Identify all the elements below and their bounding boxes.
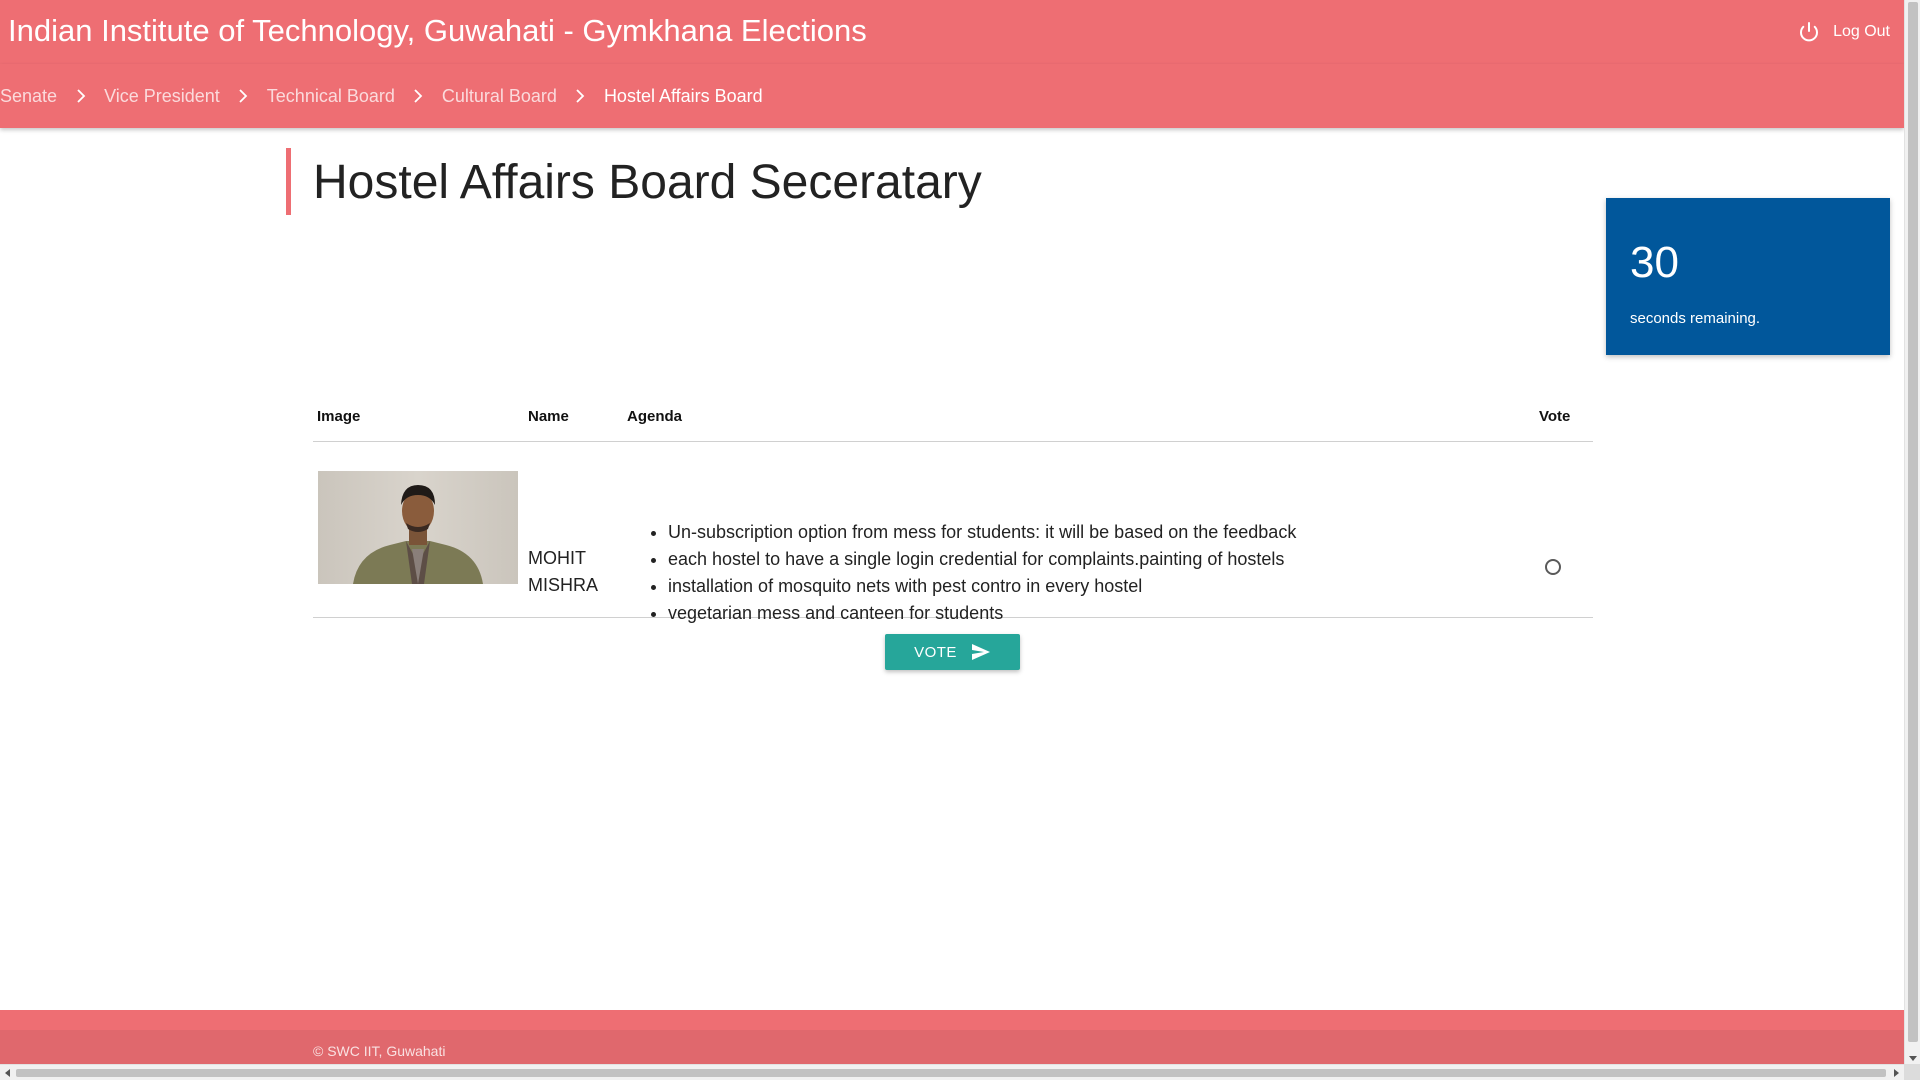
candidate-first-name: MOHIT bbox=[528, 548, 586, 568]
vertical-scrollbar-thumb[interactable] bbox=[1908, 2, 1918, 1042]
scroll-down-arrow-icon[interactable] bbox=[1909, 1056, 1917, 1062]
column-header-agenda: Agenda bbox=[627, 408, 683, 425]
logout-button[interactable]: Log Out bbox=[1797, 20, 1890, 44]
column-header-image: Image bbox=[317, 408, 361, 425]
table-header: Image Name Agenda Vote bbox=[313, 400, 1593, 442]
heading-accent-bar bbox=[286, 148, 291, 215]
chevron-right-icon bbox=[220, 89, 267, 103]
candidate-photo bbox=[318, 471, 518, 584]
breadcrumb-item-cultural-board[interactable]: Cultural Board bbox=[442, 86, 557, 107]
table-row: MOHIT MISHRA Un-subscription option from… bbox=[313, 442, 1593, 623]
candidate-name: MOHIT MISHRA bbox=[528, 545, 598, 599]
agenda-item: vegetarian mess and canteen for students bbox=[668, 600, 1296, 627]
vertical-scrollbar[interactable] bbox=[1904, 0, 1920, 1064]
chevron-right-icon bbox=[557, 89, 604, 103]
breadcrumb-item-senate[interactable]: Senate bbox=[0, 86, 57, 107]
send-icon bbox=[971, 644, 990, 660]
scroll-right-arrow-icon[interactable] bbox=[1894, 1069, 1900, 1077]
breadcrumb-item-technical-board[interactable]: Technical Board bbox=[267, 86, 395, 107]
column-header-vote: Vote bbox=[1539, 408, 1571, 425]
candidate-table: Image Name Agenda Vote MOHIT MISHRA • Un… bbox=[313, 400, 1593, 623]
footer-copyright-bar: © SWC IIT, Guwahati bbox=[0, 1030, 1904, 1064]
agenda-item: each hostel to have a single login crede… bbox=[668, 546, 1296, 573]
agenda-list: Un-subscription option from mess for stu… bbox=[668, 519, 1296, 627]
timer-label: seconds remaining. bbox=[1630, 310, 1761, 327]
candidate-last-name: MISHRA bbox=[528, 575, 599, 595]
timer-card: 30 seconds remaining. bbox=[1606, 198, 1890, 355]
timer-count: 30 bbox=[1630, 238, 1679, 287]
breadcrumb-item-vice-president[interactable]: Vice President bbox=[104, 86, 220, 107]
chevron-right-icon bbox=[395, 89, 442, 103]
app-title: Indian Institute of Technology, Guwahati… bbox=[8, 13, 867, 48]
scroll-left-arrow-icon[interactable] bbox=[4, 1069, 10, 1077]
power-icon bbox=[1800, 22, 1819, 42]
chevron-right-icon bbox=[57, 89, 104, 103]
scrollbar-corner bbox=[1904, 1064, 1920, 1080]
breadcrumb-item-hostel-affairs-board[interactable]: Hostel Affairs Board bbox=[604, 86, 763, 107]
top-nav-bar: Indian Institute of Technology, Guwahati… bbox=[0, 0, 1904, 64]
breadcrumb: Senate Vice President Technical Board Cu… bbox=[0, 64, 1904, 128]
vote-radio[interactable] bbox=[1545, 559, 1561, 575]
page: Indian Institute of Technology, Guwahati… bbox=[0, 0, 1904, 1064]
column-header-name: Name bbox=[528, 408, 569, 425]
vote-button[interactable]: VOTE bbox=[885, 634, 1020, 670]
agenda-item: Un-subscription option from mess for stu… bbox=[668, 519, 1296, 546]
vote-button-label: VOTE bbox=[914, 643, 957, 661]
horizontal-scrollbar[interactable] bbox=[0, 1064, 1904, 1080]
agenda-item: installation of mosquito nets with pest … bbox=[668, 573, 1296, 600]
logout-label: Log Out bbox=[1833, 23, 1890, 40]
horizontal-scrollbar-thumb[interactable] bbox=[16, 1069, 1886, 1077]
person-photo-icon bbox=[318, 471, 518, 584]
copyright-text: © SWC IIT, Guwahati bbox=[313, 1043, 446, 1059]
page-title: Hostel Affairs Board Seceratary bbox=[313, 156, 982, 209]
